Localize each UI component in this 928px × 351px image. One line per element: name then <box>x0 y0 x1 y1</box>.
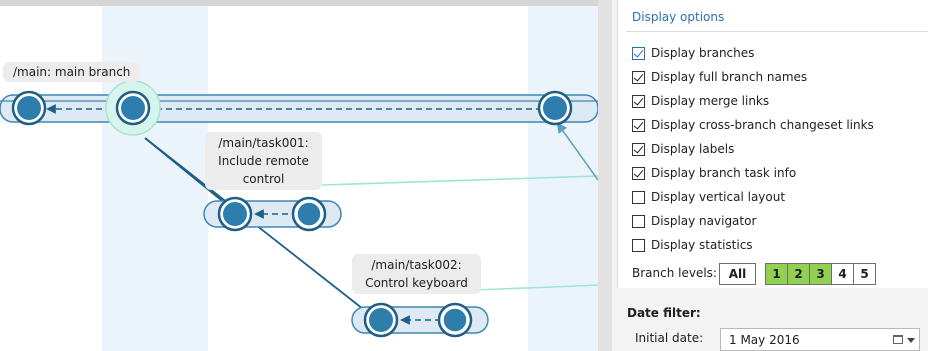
option-label: Display branches <box>651 46 755 60</box>
label-line: /main/task002: <box>371 258 462 272</box>
date-filter-section: Date filter: Initial date: 1 May 2016 <box>617 288 928 351</box>
checkbox[interactable] <box>632 46 645 60</box>
option-label: Display full branch names <box>651 70 808 84</box>
checkbox[interactable] <box>632 166 645 180</box>
task001-branch-label[interactable]: /main/task001: Include remote control <box>205 132 322 190</box>
option-label: Display labels <box>651 142 735 156</box>
option-display-branches[interactable]: Display branches <box>632 44 754 62</box>
option-label: Display merge links <box>651 94 770 108</box>
date-filter-title: Date filter: <box>627 306 701 320</box>
branch-levels-label: Branch levels: <box>632 266 717 280</box>
label-line: Control keyboard <box>365 276 468 290</box>
initial-date-label: Initial date: <box>635 331 704 345</box>
option-display-navigator[interactable]: Display navigator <box>632 212 756 230</box>
initial-date-picker[interactable]: 1 May 2016 <box>720 328 920 351</box>
checkbox[interactable] <box>632 118 645 132</box>
task002-branch-label[interactable]: /main/task002: Control keyboard <box>352 254 481 294</box>
display-options-section: Display options Display branches Display… <box>617 0 928 288</box>
option-display-merge-links[interactable]: Display merge links <box>632 92 769 110</box>
checkbox[interactable] <box>632 70 645 84</box>
chevron-down-icon[interactable] <box>907 338 915 343</box>
option-display-statistics[interactable]: Display statistics <box>632 236 753 254</box>
option-label: Display navigator <box>651 214 757 228</box>
branch-level-2-button[interactable]: 2 <box>787 263 810 285</box>
branch-level-4-button[interactable]: 4 <box>831 263 854 285</box>
initial-date-value: 1 May 2016 <box>729 333 800 347</box>
label-line: control <box>242 172 285 186</box>
checkbox[interactable] <box>632 94 645 108</box>
changeset-node-head[interactable] <box>291 196 327 232</box>
option-label: Display vertical layout <box>651 190 786 204</box>
branch-level-1-button[interactable]: 1 <box>765 263 788 285</box>
label-line: Include remote <box>218 154 309 168</box>
options-panel: Display options Display branches Display… <box>612 0 928 351</box>
calendar-icon[interactable] <box>893 335 903 344</box>
branch-explorer-graph[interactable]: /main: main branch /main/task001: Includ… <box>0 0 598 351</box>
column-highlight <box>102 6 208 351</box>
changeset-node[interactable] <box>363 302 399 338</box>
main-branch-label[interactable]: /main: main branch <box>3 62 141 82</box>
changeset-node-selected[interactable] <box>105 80 161 136</box>
option-label: Display cross-branch changeset links <box>651 118 874 132</box>
display-options-title: Display options <box>632 10 725 24</box>
branch-level-5-button[interactable]: 5 <box>853 263 876 285</box>
option-display-labels[interactable]: Display labels <box>632 140 734 158</box>
panel-splitter[interactable] <box>598 0 612 351</box>
option-display-cross-branch-links[interactable]: Display cross-branch changeset links <box>632 116 874 134</box>
checkbox[interactable] <box>632 238 645 252</box>
branch-level-all-button[interactable]: All <box>719 263 756 285</box>
label-line: /main: main branch <box>13 65 131 79</box>
changeset-node[interactable] <box>11 90 47 126</box>
changeset-node-head[interactable] <box>437 302 473 338</box>
changeset-node[interactable] <box>537 90 573 126</box>
option-label: Display statistics <box>651 238 753 252</box>
option-display-branch-task-info[interactable]: Display branch task info <box>632 164 796 182</box>
divider <box>626 31 928 32</box>
option-label: Display branch task info <box>651 166 797 180</box>
checkbox[interactable] <box>632 142 645 156</box>
changeset-node[interactable] <box>217 196 253 232</box>
branch-level-3-button[interactable]: 3 <box>809 263 832 285</box>
option-display-vertical-layout[interactable]: Display vertical layout <box>632 188 785 206</box>
checkbox[interactable] <box>632 214 645 228</box>
option-display-full-branch-names[interactable]: Display full branch names <box>632 68 807 86</box>
checkbox[interactable] <box>632 190 645 204</box>
label-line: /main/task001: <box>218 136 309 150</box>
graph-top-bar <box>0 0 598 6</box>
